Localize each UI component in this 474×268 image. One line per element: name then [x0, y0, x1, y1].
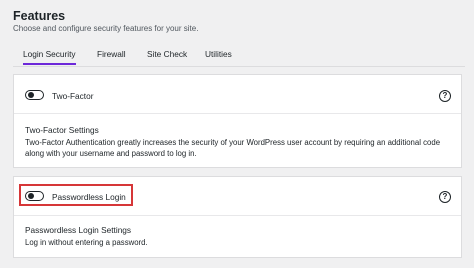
toggle-knob — [27, 92, 34, 98]
tab-bar: Login Security Firewall Site Check Utili… — [13, 44, 465, 67]
passwordless-toggle-row: Passwordless Login ? — [14, 177, 461, 216]
tab-utilities[interactable]: Utilities — [205, 49, 232, 59]
question-circle-icon[interactable]: ? — [439, 191, 451, 203]
passwordless-settings-description: Log in without entering a password. — [25, 238, 148, 247]
two-factor-card: Two-Factor ? Two-Factor Settings Two-Fac… — [13, 74, 462, 168]
toggle-knob — [27, 193, 34, 199]
passwordless-settings-title: Passwordless Login Settings — [25, 225, 132, 235]
two-factor-toggle-row: Two-Factor ? — [14, 75, 461, 114]
tab-site-check[interactable]: Site Check — [147, 49, 187, 59]
two-factor-label: Two-Factor — [52, 91, 94, 101]
passwordless-login-label: Passwordless Login — [52, 192, 126, 202]
question-circle-icon[interactable]: ? — [439, 90, 451, 102]
passwordless-login-toggle[interactable] — [25, 191, 44, 201]
tab-login-security[interactable]: Login Security — [23, 49, 76, 65]
two-factor-settings-title: Two-Factor Settings — [25, 125, 99, 135]
passwordless-login-card: Passwordless Login ? Passwordless Login … — [13, 176, 462, 258]
two-factor-settings-description: Two-Factor Authentication greatly increa… — [25, 138, 441, 158]
page-title: Features — [13, 9, 66, 23]
page-subtitle: Choose and configure security features f… — [13, 24, 199, 33]
tab-firewall[interactable]: Firewall — [97, 49, 126, 59]
two-factor-toggle[interactable] — [25, 90, 44, 100]
